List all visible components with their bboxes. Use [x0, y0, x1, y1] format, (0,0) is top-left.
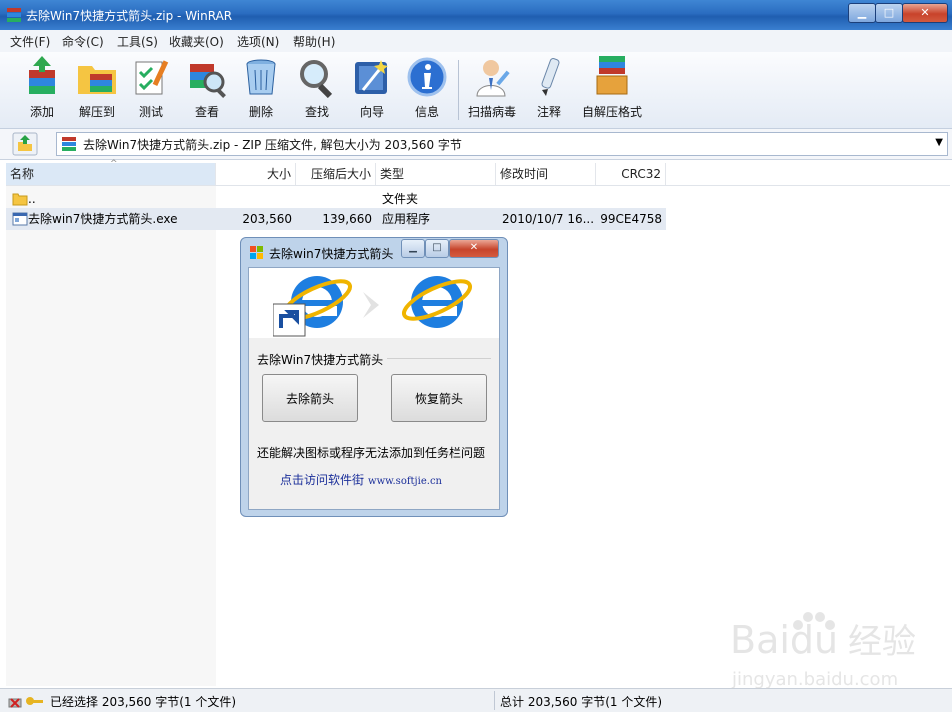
dialog-close-button[interactable]: ✕	[449, 239, 499, 258]
visit-site-link[interactable]: 点击访问软件街 www.softjie.cn	[280, 471, 442, 488]
column-crc32[interactable]: CRC32	[596, 163, 666, 185]
baidu-jingyan-watermark: Baidu 经验 jingyan.baidu.com	[730, 612, 916, 690]
column-modified[interactable]: 修改时间	[496, 163, 596, 185]
toolbar-virus-scan-button[interactable]: 扫描病毒	[464, 56, 520, 126]
toolbar-info-button[interactable]: 信息	[400, 56, 454, 126]
ie-shortcut-icon	[273, 276, 353, 337]
toolbar-wizard-button[interactable]: 向导	[345, 56, 399, 126]
menu-command[interactable]: 命令(C)	[62, 33, 104, 50]
path-combobox[interactable]: 去除Win7快捷方式箭头.zip - ZIP 压缩文件, 解包大小为 203,5…	[56, 132, 948, 156]
up-folder-icon[interactable]	[12, 132, 38, 156]
menu-bar: 文件(F) 命令(C) 工具(S) 收藏夹(O) 选项(N) 帮助(H)	[0, 30, 952, 53]
key-drive-icon	[8, 697, 43, 708]
toolbar-extract-button[interactable]: 解压到	[70, 56, 124, 126]
close-button[interactable]: ✕	[902, 3, 948, 23]
toolbar-view-button[interactable]: 查看	[180, 56, 234, 126]
windows-logo-icon	[250, 246, 263, 259]
arrow-right-icon	[363, 292, 379, 318]
menu-favorites[interactable]: 收藏夹(O)	[169, 33, 224, 50]
ie-no-arrow-icon	[401, 276, 473, 328]
status-selected: 已经选择 203,560 字节(1 个文件)	[50, 695, 237, 709]
wizard-icon	[355, 60, 388, 94]
restore-arrow-button[interactable]: 恢复箭头	[391, 374, 487, 422]
test-icon	[135, 60, 169, 95]
winrar-app-icon	[7, 8, 21, 22]
menu-help[interactable]: 帮助(H)	[293, 33, 335, 50]
path-text: 去除Win7快捷方式箭头.zip - ZIP 压缩文件, 解包大小为 203,5…	[83, 138, 462, 152]
sort-ascending-icon: ^	[110, 159, 118, 169]
dialog-title: 去除win7快捷方式箭头	[269, 247, 394, 261]
view-icon	[190, 64, 226, 98]
file-list-header: 名称 ^ 大小 压缩后大小 类型 修改时间 CRC32	[6, 159, 950, 186]
toolbar-separator	[458, 60, 459, 120]
menu-tools[interactable]: 工具(S)	[117, 33, 158, 50]
remove-arrow-button[interactable]: 去除箭头	[262, 374, 358, 422]
svg-text:Baidu: Baidu	[730, 618, 838, 662]
title-bar[interactable]: 去除Win7快捷方式箭头.zip - WinRAR ▁ □ ✕	[0, 0, 952, 30]
status-total: 总计 203,560 字节(1 个文件)	[500, 695, 663, 709]
zip-archive-icon	[62, 137, 76, 151]
window-title: 去除Win7快捷方式箭头.zip - WinRAR	[26, 9, 233, 23]
menu-options[interactable]: 选项(N)	[237, 33, 279, 50]
toolbar-comment-button[interactable]: 注释	[522, 56, 576, 126]
minimize-button[interactable]: ▁	[848, 3, 876, 23]
column-packed[interactable]: 压缩后大小	[296, 163, 376, 185]
list-item-exe[interactable]: 去除win7快捷方式箭头.exe 203,560 139,660 应用程序 20…	[6, 208, 666, 230]
dialog-client-area: 去除Win7快捷方式箭头 去除箭头 恢复箭头 还能解决图标或程序无法添加到任务栏…	[248, 267, 500, 510]
toolbar-delete-button[interactable]: 删除	[234, 56, 288, 126]
column-size[interactable]: 大小	[216, 163, 296, 185]
arrow-remover-dialog[interactable]: 去除win7快捷方式箭头 ▁ □ ✕ 去除Win7快捷方式箭头 去除箭头 恢复箭…	[240, 237, 508, 517]
group-box-label: 去除Win7快捷方式箭头	[257, 351, 388, 368]
maximize-button[interactable]: □	[875, 3, 903, 23]
menu-file[interactable]: 文件(F)	[10, 33, 50, 50]
name-column-background	[6, 186, 216, 686]
toolbar-add-button[interactable]: 添加	[15, 56, 69, 126]
info-icon	[407, 57, 447, 97]
dialog-banner	[249, 268, 499, 338]
dialog-minimize-button[interactable]: ▁	[401, 239, 425, 258]
toolbar-sfx-button[interactable]: 自解压格式	[580, 56, 644, 126]
dialog-maximize-button[interactable]: □	[425, 239, 449, 258]
virus-scan-icon	[476, 60, 510, 97]
toolbar: 添加 解压到 测试 查看 删除 查找 向导 信息 扫描病毒 注释 自解压格式	[0, 52, 952, 129]
column-type[interactable]: 类型	[376, 163, 496, 185]
extract-to-icon	[78, 66, 116, 94]
toolbar-find-button[interactable]: 查找	[290, 56, 344, 126]
svg-text:jingyan.baidu.com: jingyan.baidu.com	[731, 669, 898, 690]
comment-icon	[541, 58, 560, 96]
toolbar-test-button[interactable]: 测试	[124, 56, 178, 126]
sfx-icon	[596, 56, 628, 95]
chevron-down-icon[interactable]: ▼	[935, 137, 943, 148]
status-divider	[494, 691, 495, 710]
svg-text:经验: 经验	[848, 622, 916, 662]
delete-icon	[246, 59, 276, 95]
find-icon	[300, 60, 333, 98]
address-bar: 去除Win7快捷方式箭头.zip - ZIP 压缩文件, 解包大小为 203,5…	[0, 129, 952, 160]
dialog-note: 还能解决图标或程序无法添加到任务栏问题	[257, 446, 486, 460]
list-item-parent[interactable]: .. 文件夹	[6, 188, 666, 210]
add-archive-icon	[29, 56, 55, 94]
